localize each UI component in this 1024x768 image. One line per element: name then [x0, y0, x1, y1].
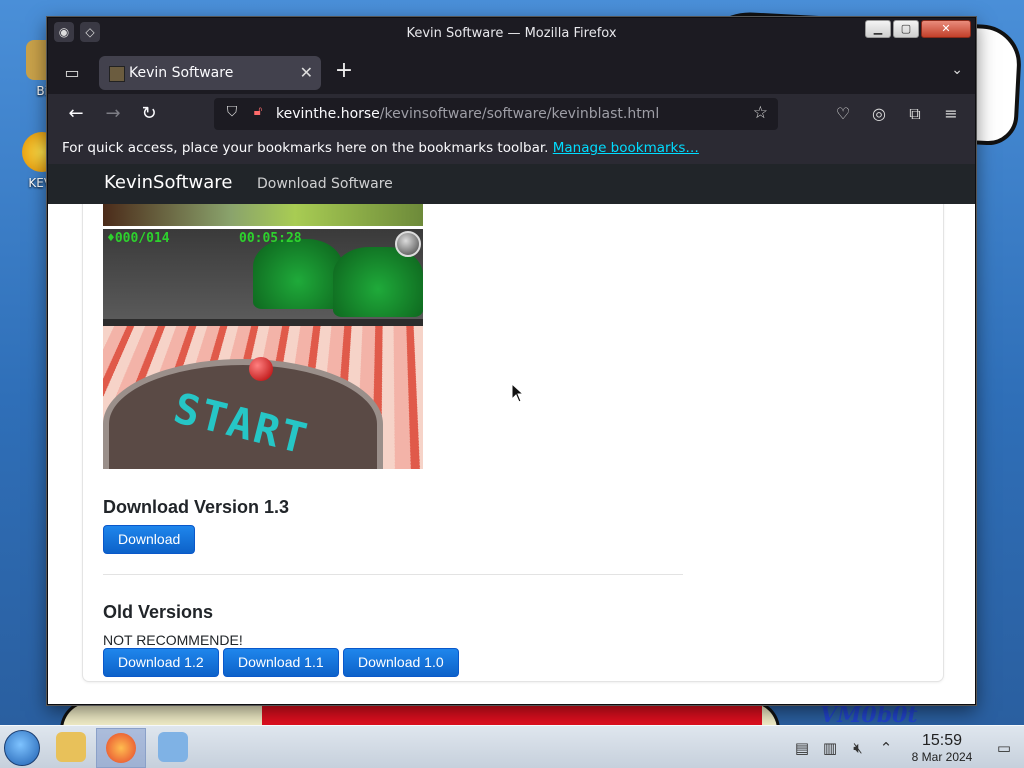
download-heading: Download Version 1.3 [103, 497, 289, 518]
start-menu-button[interactable] [4, 730, 40, 766]
wallpaper-corner-text: VM0b0t [820, 702, 918, 725]
forward-button[interactable]: → [99, 100, 127, 128]
url-domain: kevinthe.horse [276, 106, 380, 122]
close-window-button[interactable]: ✕ [921, 20, 971, 38]
download-1-1-button[interactable]: Download 1.1 [223, 648, 339, 677]
old-versions-warning: NOT RECOMMENDE! [103, 632, 243, 648]
pocket-icon[interactable]: ♡ [829, 100, 857, 128]
insecure-lock-icon[interactable]: 🔓︎ [248, 104, 268, 124]
red-ball [249, 357, 273, 381]
site-favicon-icon [109, 66, 125, 82]
mouse-cursor-icon [511, 383, 525, 403]
tab-kevin-software[interactable]: Kevin Software ✕ [99, 56, 321, 90]
maximize-button[interactable]: ▢ [893, 20, 919, 38]
hud-orb-icon [395, 231, 421, 257]
computer-icon [158, 732, 188, 762]
show-desktop-icon[interactable]: ▭ [984, 739, 1024, 757]
firefox-view-icon[interactable]: ▭ [60, 62, 84, 84]
taskbar: ▤ ▥ 🔇︎ ⌃ 15:59 8 Mar 2024 ▭ [0, 725, 1024, 768]
list-all-tabs-chevron-icon[interactable]: ⌄ [951, 62, 963, 78]
taskbar-firefox[interactable] [96, 728, 146, 768]
clipboard-icon[interactable]: ▥ [816, 739, 844, 757]
site-navbar: KevinSoftware Download Software [48, 164, 975, 204]
page-viewport: KevinSoftware Download Software START ♦0… [48, 164, 975, 704]
system-tray: ▤ ▥ 🔇︎ ⌃ 15:59 8 Mar 2024 ▭ [788, 726, 1024, 768]
bookmarks-toolbar-message: For quick access, place your bookmarks h… [62, 140, 548, 156]
bookmarks-toolbar: For quick access, place your bookmarks h… [48, 134, 975, 164]
tree-shape [253, 239, 343, 309]
old-versions-heading: Old Versions [103, 602, 213, 623]
previous-screenshot-edge [103, 204, 423, 226]
taskbar-system-settings[interactable] [148, 728, 198, 768]
clock[interactable]: 15:59 8 Mar 2024 [900, 732, 984, 764]
divider [103, 574, 683, 575]
window-title: Kevin Software — Mozilla Firefox [48, 26, 975, 41]
account-icon[interactable]: ◎ [865, 100, 893, 128]
url-text: kevinthe.horse/kevinsoftware/software/ke… [276, 106, 659, 122]
manage-bookmarks-link[interactable]: Manage bookmarks… [553, 140, 699, 156]
folder-icon [56, 732, 86, 762]
nav-download-software[interactable]: Download Software [257, 176, 393, 192]
extensions-puzzle-icon[interactable]: ⧉ [901, 100, 929, 128]
firefox-window: ◉ ◇ Kevin Software — Mozilla Firefox ▁ ▢… [47, 17, 976, 705]
tree-shape [333, 247, 423, 317]
close-tab-icon[interactable]: ✕ [300, 63, 313, 82]
window-titlebar[interactable]: ◉ ◇ Kevin Software — Mozilla Firefox ▁ ▢… [48, 18, 975, 50]
new-tab-button[interactable]: + [332, 59, 356, 83]
taskbar-file-manager[interactable] [46, 728, 96, 768]
download-1-2-button[interactable]: Download 1.2 [103, 648, 219, 677]
firefox-icon [106, 733, 136, 763]
tab-title: Kevin Software [129, 65, 233, 81]
reload-button[interactable]: ↻ [135, 100, 163, 128]
hud-timer: 00:05:28 [239, 231, 302, 246]
minimize-button[interactable]: ▁ [865, 20, 891, 38]
network-icon[interactable]: ▤ [788, 739, 816, 757]
url-path: /kevinsoftware/software/kevinblast.html [380, 106, 659, 122]
hamburger-menu-icon[interactable]: ≡ [937, 100, 965, 128]
tracking-protection-shield-icon[interactable]: ⛉ [222, 104, 242, 124]
address-bar[interactable]: ⛉ 🔓︎ kevinthe.horse/kevinsoftware/softwa… [214, 98, 778, 130]
download-button[interactable]: Download [103, 525, 195, 554]
bookmark-star-icon[interactable]: ☆ [753, 103, 768, 123]
show-hidden-icons-chevron-icon[interactable]: ⌃ [872, 739, 900, 757]
navigation-toolbar: ← → ↻ ⛉ 🔓︎ kevinthe.horse/kevinsoftware/… [48, 94, 975, 134]
download-1-0-button[interactable]: Download 1.0 [343, 648, 459, 677]
hud-gem-counter: ♦000/014 [107, 231, 170, 246]
volume-muted-icon[interactable]: 🔇︎ [844, 739, 872, 757]
site-brand[interactable]: KevinSoftware [104, 172, 232, 193]
back-button[interactable]: ← [62, 100, 90, 128]
clock-time: 15:59 [900, 732, 984, 750]
clock-date: 8 Mar 2024 [900, 750, 984, 764]
game-screenshot: START ♦000/014 00:05:28 [103, 229, 423, 469]
tab-strip: ▭ Kevin Software ✕ + ⌄ [48, 50, 975, 94]
